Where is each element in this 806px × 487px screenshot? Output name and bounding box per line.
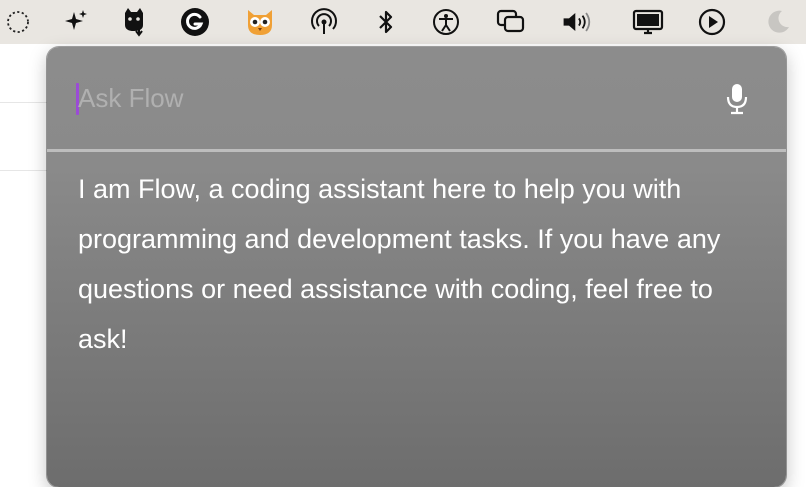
menu-bar (0, 0, 806, 44)
bluetooth-icon[interactable] (368, 4, 404, 40)
screen-mirroring-icon[interactable] (493, 4, 529, 40)
volume-icon[interactable] (560, 4, 596, 40)
accessibility-icon[interactable] (428, 4, 464, 40)
airdrop-icon[interactable] (306, 4, 342, 40)
ask-row (47, 47, 786, 149)
flow-popover: I am Flow, a coding assistant here to he… (47, 47, 786, 487)
cat-download-icon[interactable] (116, 4, 152, 40)
grammarly-icon[interactable] (177, 4, 213, 40)
display-icon[interactable] (630, 4, 666, 40)
play-icon[interactable] (694, 4, 730, 40)
ask-input[interactable] (78, 77, 678, 119)
microphone-icon[interactable] (722, 81, 752, 117)
sparkle-icon[interactable] (58, 4, 94, 40)
dotted-circle-icon[interactable] (0, 4, 36, 40)
assistant-response: I am Flow, a coding assistant here to he… (78, 174, 721, 354)
input-divider (47, 149, 786, 152)
moon-icon[interactable] (760, 4, 796, 40)
owl-icon[interactable] (242, 4, 278, 40)
